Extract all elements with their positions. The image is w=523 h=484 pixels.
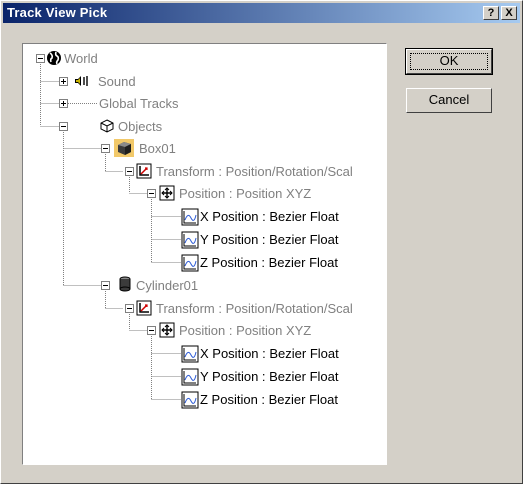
- close-button[interactable]: X: [501, 6, 517, 20]
- node-label-objects[interactable]: Objects: [118, 119, 162, 135]
- cancel-button-label: Cancel: [428, 92, 470, 107]
- node-label-cylinder01[interactable]: Cylinder01: [136, 278, 198, 294]
- transform-icon: [136, 163, 152, 179]
- box-icon: [114, 139, 134, 157]
- curve-icon: [181, 391, 199, 409]
- node-label-transform-box01[interactable]: Transform : Position/Rotation/Scal: [156, 164, 353, 180]
- cancel-button[interactable]: Cancel: [406, 88, 492, 113]
- cylinder-icon: [119, 276, 131, 292]
- curve-icon: [181, 254, 199, 272]
- expander-transform-box01[interactable]: [125, 167, 134, 176]
- expander-cylinder01[interactable]: [101, 281, 110, 290]
- expander-position-cylinder01[interactable]: [147, 326, 156, 335]
- curve-icon: [181, 345, 199, 363]
- speaker-icon: [75, 76, 88, 86]
- expander-box01[interactable]: [101, 144, 110, 153]
- ok-button-focus-rect: [410, 53, 488, 70]
- curve-icon: [181, 208, 199, 226]
- position-icon: [159, 185, 175, 201]
- node-label-z-position-cylinder01[interactable]: Z Position : Bezier Float: [200, 392, 338, 408]
- node-label-global-tracks[interactable]: Global Tracks: [99, 96, 178, 112]
- globe-icon: [47, 51, 61, 65]
- transform-icon: [136, 300, 152, 316]
- title-bar[interactable]: Track View Pick ? X: [3, 3, 520, 23]
- node-label-transform-cylinder01[interactable]: Transform : Position/Rotation/Scal: [156, 301, 353, 317]
- window-title: Track View Pick: [7, 5, 108, 20]
- expander-transform-cylinder01[interactable]: [125, 304, 134, 313]
- node-label-position-box01[interactable]: Position : Position XYZ: [179, 186, 311, 202]
- node-label-x-position-box01[interactable]: X Position : Bezier Float: [200, 209, 339, 225]
- node-label-z-position-box01[interactable]: Z Position : Bezier Float: [200, 255, 338, 271]
- objects-icon: [100, 119, 114, 133]
- position-icon: [159, 322, 175, 338]
- expander-world[interactable]: [36, 54, 45, 63]
- track-view-pick-dialog: Track View Pick ? X World Sound Global T…: [0, 0, 523, 484]
- curve-icon: [181, 231, 199, 249]
- expander-global-tracks[interactable]: [59, 99, 68, 108]
- node-label-sound[interactable]: Sound: [98, 74, 136, 90]
- expander-objects[interactable]: [59, 122, 68, 131]
- help-button[interactable]: ?: [483, 6, 499, 20]
- expander-position-box01[interactable]: [147, 189, 156, 198]
- curve-icon: [181, 368, 199, 386]
- node-label-x-position-cylinder01[interactable]: X Position : Bezier Float: [200, 346, 339, 362]
- node-label-y-position-cylinder01[interactable]: Y Position : Bezier Float: [200, 369, 339, 385]
- node-label-box01[interactable]: Box01: [139, 141, 176, 157]
- node-label-world[interactable]: World: [64, 51, 98, 67]
- track-tree[interactable]: World Sound Global Tracks Objects Box01 …: [22, 43, 387, 465]
- ok-button[interactable]: OK: [405, 48, 493, 75]
- node-label-y-position-box01[interactable]: Y Position : Bezier Float: [200, 232, 339, 248]
- expander-sound[interactable]: [59, 77, 68, 86]
- node-label-position-cylinder01[interactable]: Position : Position XYZ: [179, 323, 311, 339]
